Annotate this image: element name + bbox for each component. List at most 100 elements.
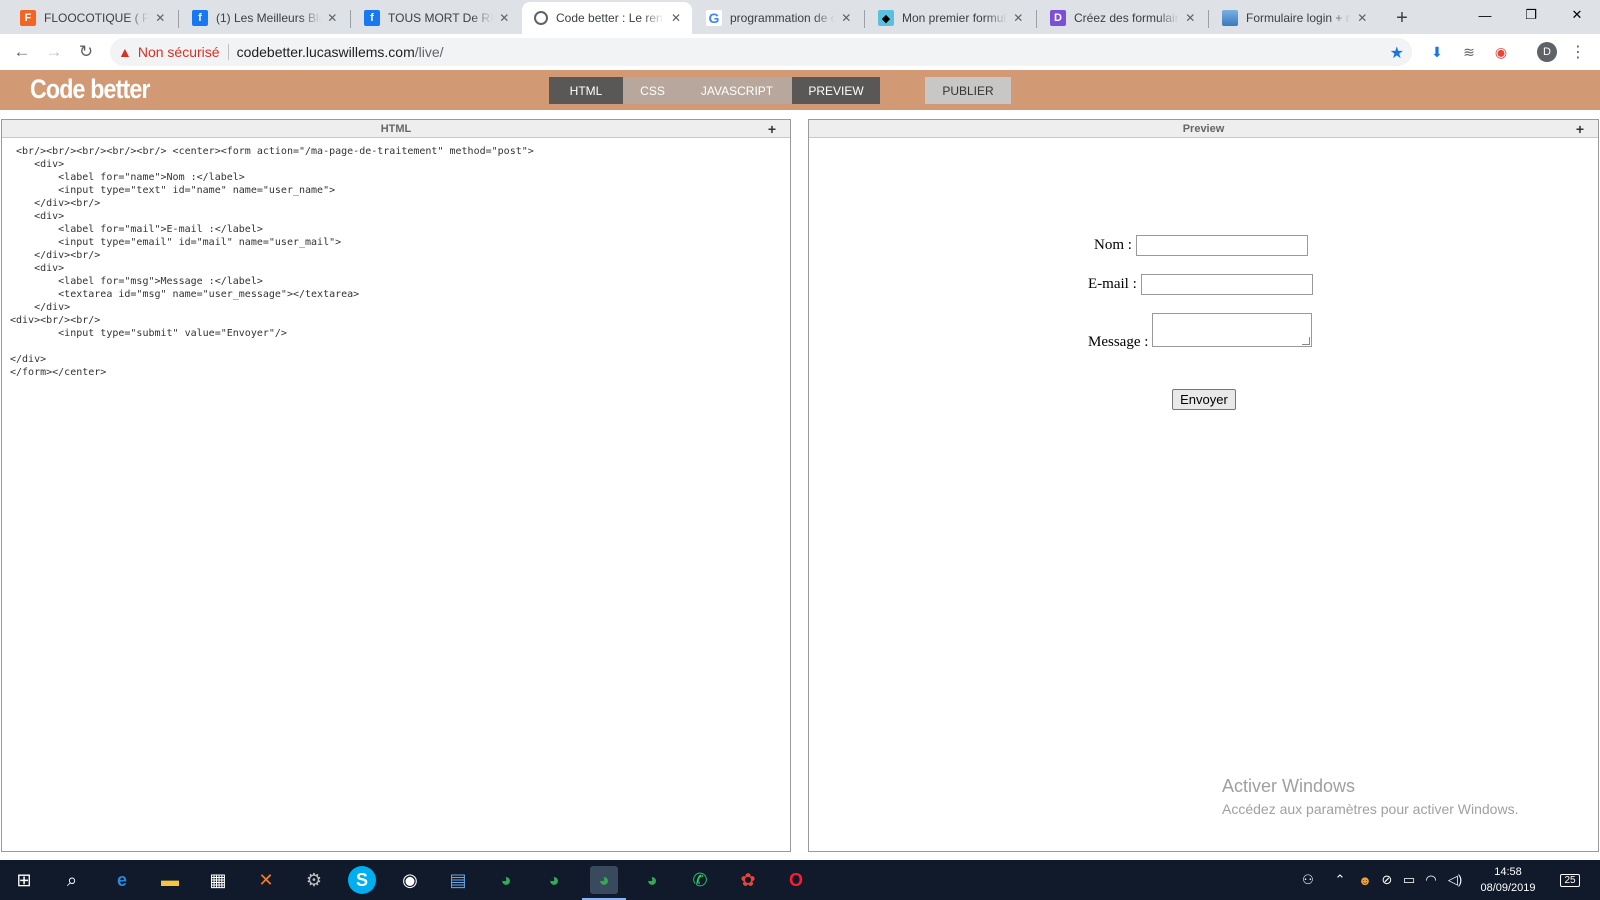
tab-separator — [350, 10, 351, 28]
tab-separator — [1036, 10, 1037, 28]
opera-icon[interactable]: O — [782, 866, 810, 894]
windows-start-icon[interactable]: ⊞ — [10, 866, 38, 894]
email-row: E-mail : — [1088, 274, 1313, 295]
window-close-icon[interactable]: ✕ — [1554, 0, 1600, 30]
publish-button[interactable]: PUBLIER — [925, 77, 1011, 104]
app-header: Code better HTML CSS JAVASCRIPT PREVIEW … — [0, 70, 1600, 110]
globe-icon — [534, 11, 548, 25]
settings-gear-icon[interactable]: ⚙ — [300, 866, 328, 894]
url-host: codebetter.lucaswillems.com — [236, 44, 415, 60]
watermark-title: Activer Windows — [1222, 776, 1356, 796]
xampp-icon[interactable]: ✕ — [252, 866, 280, 894]
panel-header: Preview + — [809, 120, 1598, 138]
close-icon[interactable]: ✕ — [497, 10, 512, 26]
tab-css[interactable]: CSS — [623, 77, 682, 104]
close-icon[interactable]: ✕ — [325, 10, 340, 26]
chrome-active-icon[interactable]: ◕ — [582, 866, 626, 900]
whatsapp-icon[interactable]: ✆ — [686, 866, 714, 894]
bookmark-star-icon[interactable]: ★ — [1390, 43, 1404, 63]
download-extension-icon[interactable]: ⬇ — [1427, 42, 1447, 62]
expand-icon[interactable]: + — [768, 120, 776, 138]
browser-menu-icon[interactable]: ⋮ — [1570, 42, 1586, 62]
edge-icon[interactable]: e — [108, 866, 136, 894]
volume-icon[interactable]: ◁) — [1446, 868, 1464, 892]
browser-tab-strip: F FLOOCOTIQUE ( PRC ✕ f (1) Les Meilleur… — [0, 0, 1600, 34]
browser-tab[interactable]: f (1) Les Meilleurs Bla ✕ — [180, 2, 348, 34]
watermark-subtitle: Accédez aux paramètres pour activer Wind… — [1222, 801, 1519, 817]
chrome-icon[interactable]: ◕ — [540, 866, 568, 894]
close-icon[interactable]: ✕ — [1355, 10, 1370, 26]
chrome-icon[interactable]: ◕ — [492, 866, 520, 894]
file-explorer-icon[interactable]: ▬ — [156, 866, 184, 894]
app-logo[interactable]: Code better — [30, 74, 150, 105]
facebook-icon: f — [192, 10, 208, 26]
close-icon[interactable]: ✕ — [1183, 10, 1198, 26]
url-path: /live/ — [414, 44, 444, 60]
email-input[interactable] — [1140, 274, 1313, 295]
tray-network-off-icon[interactable]: ⊘ — [1378, 868, 1396, 892]
submit-button[interactable]: Envoyer — [1172, 389, 1236, 410]
browser-tab[interactable]: ◆ Mon premier formul ✕ — [866, 2, 1034, 34]
close-icon[interactable]: ✕ — [1011, 10, 1026, 26]
profile-avatar[interactable]: D — [1537, 42, 1557, 62]
tab-html[interactable]: HTML — [549, 77, 623, 104]
name-label: Nom : — [1094, 237, 1132, 253]
tab-javascript[interactable]: JAVASCRIPT — [682, 77, 792, 104]
tab-title: Créez des formulaire — [1074, 11, 1179, 25]
tab-title: Code better : Le ren — [556, 11, 663, 25]
notifications-icon[interactable]: 25 — [1556, 868, 1584, 892]
image-icon — [1222, 10, 1238, 26]
battery-icon[interactable]: ▭ — [1400, 868, 1418, 892]
search-icon[interactable]: ⌕ — [58, 866, 86, 894]
tab-preview[interactable]: PREVIEW — [792, 77, 880, 104]
skype-icon[interactable]: S — [348, 866, 376, 894]
back-icon[interactable]: ← — [10, 40, 34, 64]
browser-tab[interactable]: Formulaire login + n ✕ — [1210, 2, 1378, 34]
close-icon[interactable]: ✕ — [839, 10, 854, 26]
chrome-icon[interactable]: ◕ — [638, 866, 666, 894]
panel-header: HTML + — [2, 120, 790, 138]
security-label[interactable]: Non sécurisé — [138, 44, 220, 60]
address-bar[interactable]: ▲ Non sécurisé codebetter.lucaswillems.c… — [110, 38, 1412, 66]
new-tab-icon[interactable]: + — [1390, 6, 1414, 30]
tab-title: Formulaire login + n — [1246, 11, 1351, 25]
system-clock[interactable]: 14:58 08/09/2019 — [1478, 864, 1538, 896]
forward-icon[interactable]: → — [42, 40, 66, 64]
address-separator — [227, 44, 229, 60]
extension-icon[interactable]: ≋ — [1459, 42, 1479, 62]
name-input[interactable] — [1135, 235, 1308, 256]
tab-title: FLOOCOTIQUE ( PRC — [44, 11, 149, 25]
browser-tab[interactable]: G programmation de c ✕ — [694, 2, 862, 34]
windows-taskbar: ⊞ ⌕ e ▬ ▦ ✕ ⚙ S ◉ ▤ ◕ ◕ ◕ ◕ ✆ ✿ O ⚇ ⌃ ☻ … — [0, 860, 1600, 900]
record-extension-icon[interactable]: ◉ — [1491, 42, 1511, 62]
people-icon[interactable]: ⚇ — [1298, 868, 1318, 892]
code-editor[interactable]: <br/><br/><br/><br/><br/> <center><form … — [2, 138, 790, 386]
browser-tab[interactable]: f TOUS MORT De RIRE ✕ — [352, 2, 520, 34]
tray-app-icon[interactable]: ☻ — [1356, 868, 1374, 892]
browser-tab[interactable]: F FLOOCOTIQUE ( PRC ✕ — [8, 2, 176, 34]
panel-title: HTML — [380, 122, 412, 135]
minimize-icon[interactable]: — — [1462, 0, 1508, 30]
reload-icon[interactable]: ↻ — [74, 40, 98, 64]
tab-title: Mon premier formul — [902, 11, 1007, 25]
record-icon[interactable]: ◉ — [396, 866, 424, 894]
store-icon[interactable]: ▦ — [204, 866, 232, 894]
network-app-icon[interactable]: ▤ — [444, 866, 472, 894]
wifi-icon[interactable]: ◠ — [1422, 868, 1440, 892]
f-orange-icon: F — [20, 10, 36, 26]
windows-activation-watermark: Activer Windows Accédez aux paramètres p… — [1222, 776, 1518, 817]
html-editor-panel: HTML + <br/><br/><br/><br/><br/> <center… — [1, 119, 791, 852]
close-icon[interactable]: ✕ — [153, 10, 168, 26]
email-label: E-mail : — [1088, 276, 1137, 292]
show-hidden-icons-icon[interactable]: ⌃ — [1332, 868, 1348, 892]
browser-tab[interactable]: D Créez des formulaire ✕ — [1038, 2, 1206, 34]
browser-tab-active[interactable]: Code better : Le ren ✕ — [522, 2, 692, 34]
message-textarea[interactable] — [1152, 313, 1313, 347]
message-row: Message : — [1088, 313, 1313, 350]
d-purple-icon: D — [1050, 10, 1066, 26]
restore-icon[interactable]: ❐ — [1508, 0, 1554, 30]
close-icon[interactable]: ✕ — [668, 10, 684, 26]
tab-title: (1) Les Meilleurs Bla — [216, 11, 321, 25]
expand-icon[interactable]: + — [1576, 120, 1584, 138]
app-icon[interactable]: ✿ — [734, 866, 762, 894]
